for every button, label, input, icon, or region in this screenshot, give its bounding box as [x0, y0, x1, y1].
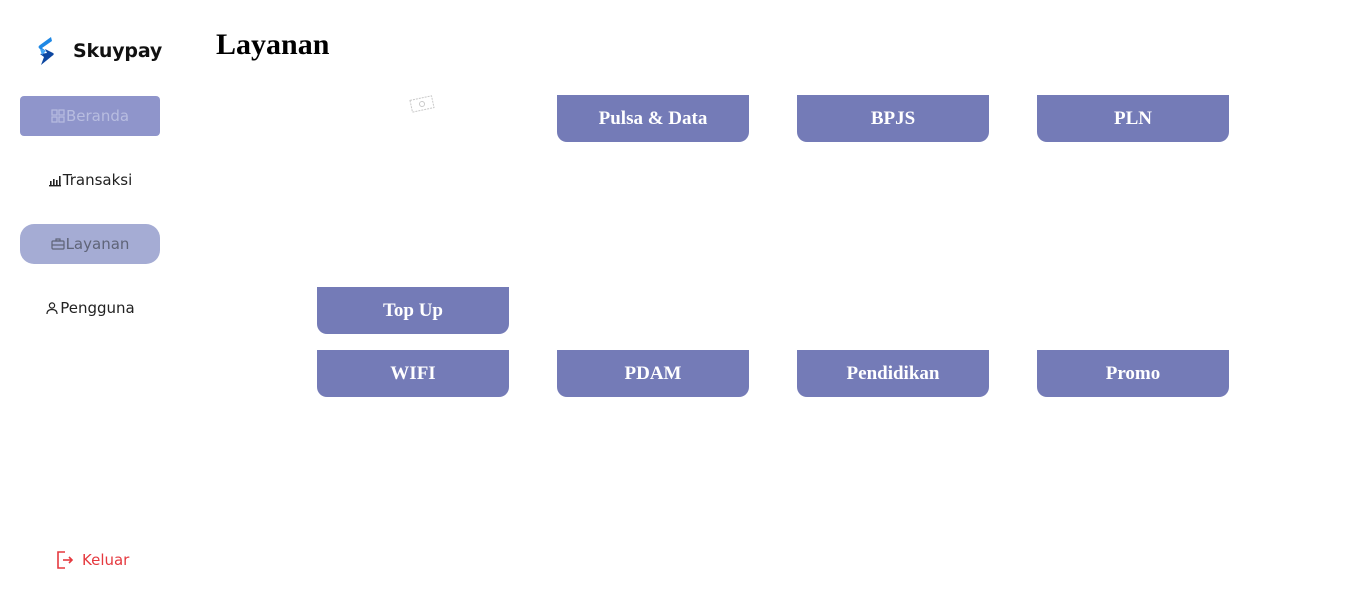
sidebar-item-label: Pengguna [60, 299, 135, 317]
sidebar-item-pengguna[interactable]: Pengguna [20, 288, 160, 328]
sidebar-item-label: Beranda [65, 107, 130, 125]
sidebar-item-label: Layanan [65, 235, 130, 253]
brand-name: Skuypay [73, 40, 163, 62]
broken-image-icon [409, 95, 435, 113]
page-title: Layanan [216, 28, 330, 61]
service-button-pulsa-data[interactable]: Pulsa & Data [557, 95, 749, 142]
logout-icon [57, 551, 74, 569]
service-button-pln[interactable]: PLN [1037, 95, 1229, 142]
grid-icon [51, 109, 65, 123]
sidebar-item-beranda[interactable]: Beranda [20, 96, 160, 136]
service-button-top-up[interactable]: Top Up [317, 287, 509, 334]
service-button-pdam[interactable]: PDAM [557, 350, 749, 397]
service-button-wifi[interactable]: WIFI [317, 350, 509, 397]
sidebar: Skuypay Beranda Transaksi Layanan Penggu… [0, 0, 180, 604]
brand[interactable]: Skuypay [36, 36, 162, 66]
service-button-pendidikan[interactable]: Pendidikan [797, 350, 989, 397]
sidebar-item-transaksi[interactable]: Transaksi [20, 160, 160, 200]
sidebar-item-layanan[interactable]: Layanan [20, 224, 160, 264]
sidebar-item-label: Transaksi [62, 171, 133, 189]
logout-label: Keluar [82, 551, 130, 569]
user-icon [46, 302, 58, 315]
service-button-bpjs[interactable]: BPJS [797, 95, 989, 142]
logout-button[interactable]: Keluar [56, 550, 129, 570]
briefcase-icon [50, 238, 65, 250]
service-button-promo[interactable]: Promo [1037, 350, 1229, 397]
skuypay-logo-icon [38, 37, 54, 65]
bar-chart-icon [48, 176, 61, 187]
